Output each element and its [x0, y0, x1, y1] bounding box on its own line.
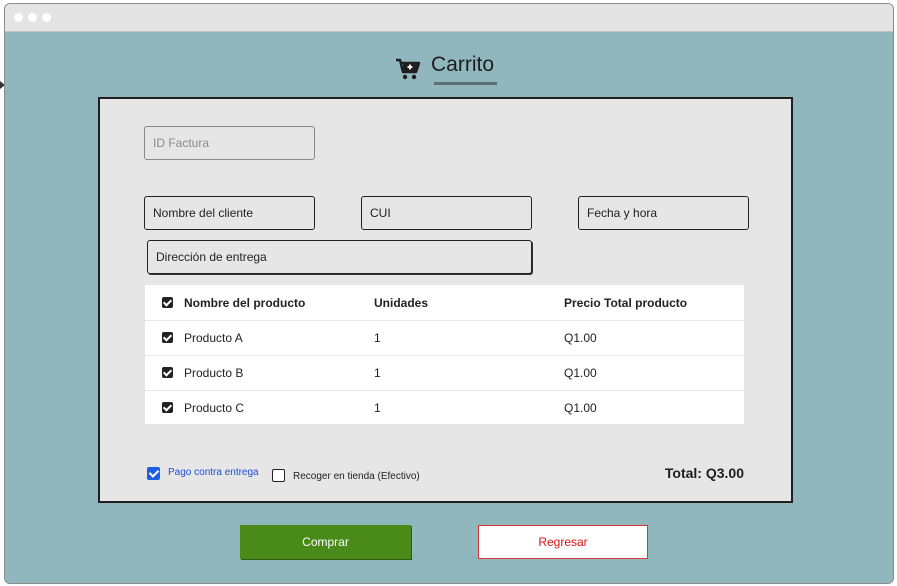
window-dot-icon[interactable] — [14, 13, 23, 22]
window-dot-icon[interactable] — [42, 13, 51, 22]
product-price: Q1.00 — [564, 401, 597, 415]
table-row[interactable]: Producto A 1 Q1.00 — [145, 320, 744, 356]
column-header-product: Nombre del producto — [184, 296, 306, 310]
title-underline — [434, 82, 497, 85]
product-units: 1 — [374, 366, 381, 380]
address-field[interactable]: Dirección de entrega — [147, 240, 532, 274]
product-units: 1 — [374, 331, 381, 345]
product-units: 1 — [374, 401, 381, 415]
datetime-field[interactable]: Fecha y hora — [578, 196, 749, 230]
cart-panel: ID Factura Nombre del cliente CUI Fecha … — [98, 97, 793, 503]
invoice-id-field[interactable]: ID Factura — [144, 126, 315, 160]
back-button[interactable]: Regresar — [478, 525, 648, 559]
product-name: Producto A — [184, 331, 243, 345]
product-price: Q1.00 — [564, 366, 597, 380]
table-header-row: Nombre del producto Unidades Precio Tota… — [145, 285, 744, 321]
table-row[interactable]: Producto B 1 Q1.00 — [145, 355, 744, 391]
cui-field[interactable]: CUI — [361, 196, 532, 230]
page-title: Carrito — [431, 53, 495, 76]
product-price: Q1.00 — [564, 331, 597, 345]
products-table: Nombre del producto Unidades Precio Tota… — [145, 285, 744, 424]
column-header-units: Unidades — [374, 296, 429, 310]
row-checkbox[interactable] — [162, 367, 173, 378]
store-pickup-label[interactable]: Recoger en tienda (Efectivo) — [293, 471, 420, 482]
cash-on-delivery-checkbox[interactable] — [147, 467, 160, 480]
cash-on-delivery-label[interactable]: Pago contra entrega — [168, 467, 259, 478]
row-checkbox[interactable] — [162, 332, 173, 343]
buy-button[interactable]: Comprar — [240, 525, 411, 559]
client-name-field[interactable]: Nombre del cliente — [144, 196, 315, 230]
cart-add-icon — [396, 58, 421, 80]
table-row[interactable]: Producto C 1 Q1.00 — [145, 390, 744, 425]
row-checkbox[interactable] — [162, 402, 173, 413]
product-name: Producto B — [184, 366, 244, 380]
column-header-price: Precio Total producto — [564, 296, 688, 310]
window-dot-icon[interactable] — [28, 13, 37, 22]
order-total: Total: Q3.00 — [664, 465, 744, 481]
select-all-checkbox[interactable] — [162, 297, 173, 308]
product-name: Producto C — [184, 401, 245, 415]
store-pickup-checkbox[interactable] — [272, 469, 285, 482]
window-titlebar — [5, 4, 893, 32]
